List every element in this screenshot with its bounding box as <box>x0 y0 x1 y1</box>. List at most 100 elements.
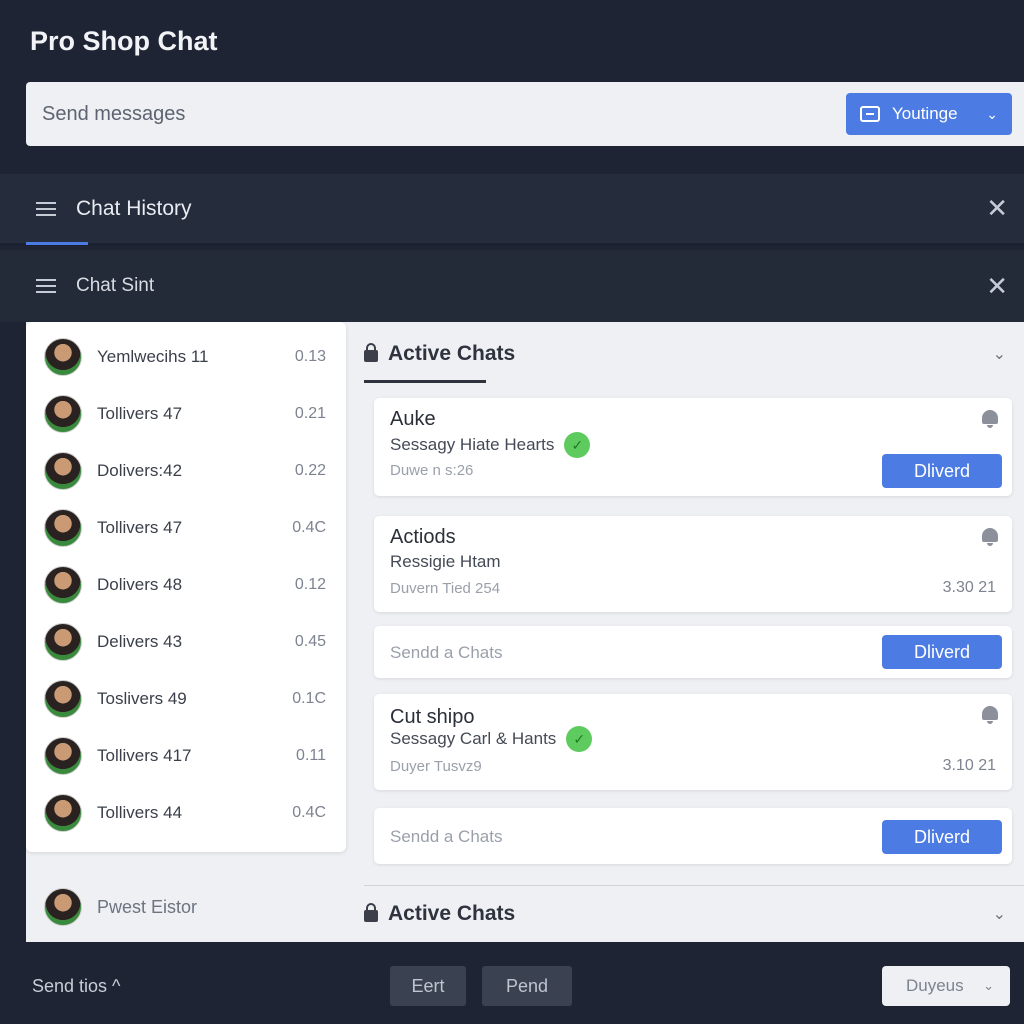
chat-subtitle: Ressigie Htam <box>390 552 501 572</box>
channel-select-button[interactable]: Youtinge ⌄ <box>846 93 1012 135</box>
status-select[interactable]: Duyeus ⌄ <box>882 966 1010 1006</box>
avatar <box>44 888 82 926</box>
close-icon[interactable]: ✕ <box>986 193 1008 224</box>
search-placeholder: Send messages <box>42 102 186 125</box>
chat-card[interactable]: Actiods Ressigie Htam Duvern Tied 254 3.… <box>374 516 1012 612</box>
chat-card[interactable]: Auke Sessagy Hiate Hearts ✓ Duwe n s:26 … <box>374 398 1012 496</box>
chat-time: 3.30 21 <box>942 579 996 596</box>
chat-subtitle-text: Sessagy Hiate Hearts <box>390 435 555 454</box>
chat-time: 3.10 21 <box>942 757 996 774</box>
contact-value: 0.22 <box>294 461 326 479</box>
app-title: Pro Shop Chat <box>30 26 218 56</box>
contact-name: Toslivers 49 <box>97 688 187 708</box>
chat-meta: Duvern Tied 254 <box>390 580 501 597</box>
chat-subtitle: Sessagy Carl & Hants ✓ <box>390 726 593 752</box>
list-item[interactable]: Tollivers 47 0.4C <box>26 499 346 556</box>
chat-title: Auke <box>390 408 436 430</box>
active-chats-header[interactable]: Active Chats ⌄ <box>364 894 1024 934</box>
tab-active-indicator <box>26 242 88 245</box>
delivered-button[interactable]: Dliverd <box>882 454 1002 488</box>
menu-icon[interactable] <box>36 279 56 293</box>
chevron-down-icon: ⌄ <box>986 105 998 122</box>
chevron-down-icon[interactable]: ⌄ <box>993 904 1006 924</box>
list-item[interactable]: Yemlwecihs 11 0.13 <box>26 328 346 385</box>
edit-button[interactable]: Eert <box>390 966 466 1006</box>
chat-sent-panel[interactable]: Chat Sint ✕ <box>0 250 1024 322</box>
list-item[interactable]: Tollivers 44 0.4C <box>26 784 346 841</box>
list-item[interactable]: Toslivers 49 0.1C <box>26 670 346 727</box>
contact-name: Yemlwecihs 11 <box>97 346 209 366</box>
channel-select-label: Youtinge <box>892 104 958 123</box>
chat-subtitle-text: Sessagy Carl & Hants <box>390 729 557 748</box>
chat-meta: Duyer Tusvz9 <box>390 758 482 775</box>
contact-name: Tollivers 417 <box>97 745 192 765</box>
chat-history-panel[interactable]: Chat History ✕ <box>0 174 1024 246</box>
bell-icon[interactable] <box>982 706 998 724</box>
list-item[interactable]: Tollivers 47 0.21 <box>26 385 346 442</box>
chat-subtitle: Sessagy Hiate Hearts ✓ <box>390 432 591 458</box>
send-chat-placeholder: Sendd a Chats <box>390 827 503 846</box>
message-search-bar[interactable]: Send messages Youtinge ⌄ <box>26 82 1024 146</box>
avatar <box>44 337 82 376</box>
contact-name: Delivers 43 <box>97 631 183 651</box>
contact-value: 0.4C <box>292 803 326 821</box>
contact-name: Dolivers:42 <box>97 460 183 480</box>
contact-value: 0.12 <box>294 575 326 593</box>
avatar <box>44 451 82 490</box>
section-title: Active Chats <box>388 342 516 365</box>
section-underline <box>364 380 486 383</box>
list-item[interactable]: Delivers 43 0.45 <box>26 613 346 670</box>
list-footer-item[interactable]: Pwest Eistor <box>44 888 197 926</box>
lock-icon <box>364 903 378 922</box>
list-item[interactable]: Dolivers 48 0.12 <box>26 556 346 613</box>
chat-meta: Duwe n s:26 <box>390 462 474 479</box>
chat-subtitle-text: Ressigie Htam <box>390 552 501 571</box>
status-select-label: Duyeus <box>906 976 964 995</box>
chat-card[interactable]: Cut shipo Sessagy Carl & Hants ✓ Duyer T… <box>374 694 1012 790</box>
contact-value: 0.21 <box>294 404 326 422</box>
contact-list: Yemlwecihs 11 0.13 Tollivers 47 0.21 Dol… <box>26 322 346 852</box>
chevron-down-icon: ⌄ <box>983 978 994 993</box>
chat-history-label: Chat History <box>76 196 192 220</box>
send-chat-row[interactable]: Sendd a Chats Dliverd <box>374 808 1012 864</box>
menu-icon[interactable] <box>36 201 56 216</box>
check-icon: ✓ <box>564 432 591 458</box>
avatar <box>44 394 82 433</box>
bell-icon[interactable] <box>982 410 998 428</box>
delivered-button[interactable]: Dliverd <box>882 820 1002 854</box>
contact-name: Tollivers 47 <box>97 403 183 423</box>
send-button[interactable]: Pend <box>482 966 572 1006</box>
avatar <box>44 736 82 775</box>
send-options-toggle[interactable]: Send tios ^ <box>32 976 121 997</box>
send-chat-placeholder: Sendd a Chats <box>390 643 503 662</box>
divider <box>364 885 1024 886</box>
inbox-icon <box>860 106 880 122</box>
bell-icon[interactable] <box>982 528 998 546</box>
list-item[interactable]: Tollivers 417 0.11 <box>26 727 346 784</box>
contact-value: 0.11 <box>296 746 326 764</box>
avatar <box>44 679 82 718</box>
contact-value: 0.45 <box>294 632 326 650</box>
chat-title: Actiods <box>390 526 456 548</box>
chevron-down-icon[interactable]: ⌄ <box>993 344 1006 364</box>
contact-name: Tollivers 47 <box>97 517 183 537</box>
close-icon[interactable]: ✕ <box>986 271 1008 302</box>
lock-icon <box>364 343 378 362</box>
list-item[interactable]: Dolivers:42 0.22 <box>26 442 346 499</box>
active-chats-header[interactable]: Active Chats ⌄ <box>364 334 1024 374</box>
contact-value: 0.13 <box>294 347 326 365</box>
contact-value: 0.1C <box>292 689 326 707</box>
list-footer-name: Pwest Eistor <box>97 896 198 917</box>
contact-name: Dolivers 48 <box>97 574 183 594</box>
contact-value: 0.4C <box>292 518 326 536</box>
send-chat-row[interactable]: Sendd a Chats Dliverd <box>374 626 1012 678</box>
avatar <box>44 622 82 661</box>
delivered-button[interactable]: Dliverd <box>882 635 1002 669</box>
check-icon: ✓ <box>566 726 593 752</box>
section-title: Active Chats <box>388 902 516 925</box>
contact-name: Tollivers 44 <box>97 802 183 822</box>
avatar <box>44 793 82 832</box>
avatar <box>44 565 82 604</box>
avatar <box>44 508 82 547</box>
chat-sent-label: Chat Sint <box>76 275 155 296</box>
